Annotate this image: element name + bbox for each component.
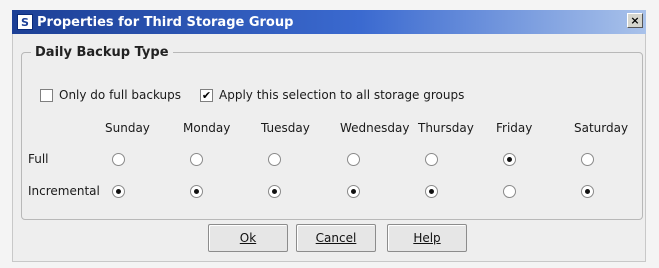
full-radio-saturday[interactable] — [581, 153, 594, 166]
day-header-friday: Friday — [496, 121, 533, 135]
day-header-sunday: Sunday — [105, 121, 150, 135]
full-radio-wednesday[interactable] — [347, 153, 360, 166]
day-header-thursday: Thursday — [418, 121, 474, 135]
incremental-radio-thursday[interactable] — [425, 185, 438, 198]
full-radio-friday[interactable] — [503, 153, 516, 166]
day-header-tuesday: Tuesday — [261, 121, 310, 135]
incremental-radio-monday[interactable] — [190, 185, 203, 198]
incremental-radio-friday[interactable] — [503, 185, 516, 198]
incremental-radio-saturday[interactable] — [581, 185, 594, 198]
incremental-row-label: Incremental — [28, 184, 100, 198]
full-radio-tuesday[interactable] — [268, 153, 281, 166]
incremental-radio-sunday[interactable] — [112, 185, 125, 198]
help-button[interactable]: Help — [387, 224, 467, 252]
full-only-option[interactable]: Only do full backups — [40, 88, 181, 102]
apply-all-checkbox[interactable]: ✔ — [200, 88, 213, 102]
cancel-button[interactable]: Cancel — [296, 224, 376, 252]
full-radio-sunday[interactable] — [112, 153, 125, 166]
full-only-checkbox[interactable] — [40, 88, 53, 102]
group-legend: Daily Backup Type — [31, 45, 173, 60]
full-radio-thursday[interactable] — [425, 153, 438, 166]
day-header-monday: Monday — [183, 121, 231, 135]
apply-all-label: Apply this selection to all storage grou… — [219, 88, 465, 102]
window-title: Properties for Third Storage Group — [37, 14, 294, 30]
full-radio-monday[interactable] — [190, 153, 203, 166]
dialog-body: Daily Backup Type Only do full backups ✔… — [12, 34, 646, 262]
app-icon: S — [17, 14, 33, 30]
incremental-radio-wednesday[interactable] — [347, 185, 360, 198]
day-header-wednesday: Wednesday — [340, 121, 410, 135]
close-button[interactable]: × — [627, 13, 643, 28]
ok-button[interactable]: Ok — [208, 224, 288, 252]
incremental-radio-tuesday[interactable] — [268, 185, 281, 198]
day-header-saturday: Saturday — [574, 121, 629, 135]
apply-all-option[interactable]: ✔ Apply this selection to all storage gr… — [200, 88, 464, 102]
title-bar[interactable]: S Properties for Third Storage Group × — [12, 10, 646, 34]
full-only-label: Only do full backups — [59, 88, 182, 102]
full-row-label: Full — [28, 152, 49, 166]
